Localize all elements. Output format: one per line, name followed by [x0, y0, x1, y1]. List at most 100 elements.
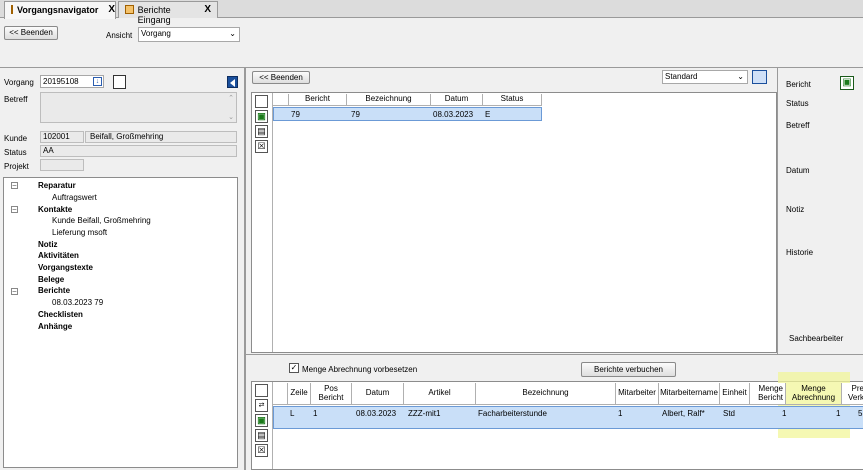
save-icon[interactable]: ▣	[255, 110, 268, 123]
col-zeile[interactable]: Zeile	[288, 383, 311, 405]
col-datum[interactable]: Datum	[352, 383, 404, 405]
tree-kontakt-lieferung[interactable]: Lieferung msoft	[52, 227, 107, 239]
cell-datum: 08.03.2023	[356, 409, 397, 418]
col-menge-bericht[interactable]: Menge Bericht	[750, 383, 786, 405]
vertical-splitter[interactable]	[777, 68, 778, 354]
berichte-grid: ▣ ▤ ☒ Bericht Bezeichnung Datum Status 7…	[251, 92, 777, 353]
status-label: Status	[4, 148, 27, 157]
delete-all-icon[interactable]: ☒	[255, 444, 268, 457]
col-preis-verkauf[interactable]: Pre Verk	[842, 383, 863, 405]
cell-bericht: 79	[291, 110, 300, 119]
horizontal-splitter[interactable]	[246, 354, 863, 355]
save-icon[interactable]: ▣	[255, 414, 268, 427]
trash-icon[interactable]: ▤	[255, 429, 268, 442]
layout-select[interactable]: Standard ⌄	[662, 70, 748, 84]
scroll-down-icon[interactable]: ⌄	[228, 113, 234, 121]
cell-bezeichnung: 79	[351, 110, 360, 119]
col-datum[interactable]: Datum	[431, 94, 483, 106]
collapse-icon[interactable]: –	[11, 206, 18, 213]
ansicht-value: Vorgang	[141, 29, 171, 38]
dropdown-icon[interactable]: ↓	[93, 77, 102, 86]
historie-label: Historie	[786, 248, 814, 257]
cell-menge-bericht: 1	[782, 409, 787, 418]
tree-auftragswert[interactable]: Auftragswert	[52, 192, 97, 204]
arrow-left-icon	[230, 79, 235, 87]
vertical-splitter[interactable]	[244, 68, 246, 470]
projekt-field[interactable]	[40, 159, 84, 171]
row-header	[273, 383, 288, 405]
positionen-grid: ⇄ ▣ ▤ ☒ Zeile Pos Bericht Datum Artikel …	[251, 372, 863, 470]
divider	[0, 67, 863, 68]
notiz-label: Notiz	[786, 205, 805, 214]
tree-belege[interactable]: Belege	[38, 274, 64, 286]
delete-all-icon[interactable]: ☒	[255, 140, 268, 153]
close-icon[interactable]: X	[204, 5, 211, 15]
bericht-label: Bericht	[786, 80, 811, 89]
col-mitarbeitername[interactable]: Mitarbeitername	[659, 383, 720, 405]
layout-select-value: Standard	[665, 72, 698, 81]
new-document-icon[interactable]	[113, 75, 126, 89]
col-pos-bericht[interactable]: Pos Bericht	[311, 383, 352, 405]
save-icon[interactable]: ▣	[840, 76, 854, 90]
new-document-icon[interactable]	[255, 95, 268, 108]
table-row[interactable]: 79 79 08.03.2023 E	[273, 107, 542, 121]
back-button[interactable]: << Beenden	[4, 26, 58, 40]
col-bezeichnung[interactable]: Bezeichnung	[476, 383, 616, 405]
report-icon	[125, 5, 134, 14]
trash-icon[interactable]: ▤	[255, 125, 268, 138]
tab-label: Berichte Eingang	[137, 5, 171, 25]
tree-anhaenge[interactable]: Anhänge	[38, 321, 72, 333]
menge-checkbox[interactable]: ✓	[289, 363, 299, 373]
betreff-label: Betreff	[4, 95, 28, 104]
projekt-label: Projekt	[4, 162, 29, 171]
vorgang-label: Vorgang	[4, 78, 34, 87]
tab-label: Vorgangsnavigator	[17, 5, 99, 15]
kunde-name-field: Beifall, Großmehring	[85, 131, 237, 143]
cell-bezeichnung: Facharbeiterstunde	[478, 409, 547, 418]
collapse-icon[interactable]: –	[11, 288, 18, 295]
tree-bericht-entry[interactable]: 08.03.2023 79	[52, 297, 103, 309]
col-menge-abrechnung[interactable]: Menge Abrechnung	[786, 383, 842, 405]
tree-notiz[interactable]: Notiz	[38, 239, 58, 251]
cell-artikel: ZZZ-mit1	[408, 409, 441, 418]
betreff-label: Betreff	[786, 121, 810, 130]
ansicht-select[interactable]: Vorgang ⌄	[138, 27, 240, 42]
grid-settings-icon[interactable]	[752, 70, 767, 84]
collapse-icon[interactable]: –	[11, 182, 18, 189]
vorgang-field[interactable]: 20195108 ↓	[40, 75, 104, 88]
transfer-icon[interactable]: ⇄	[255, 399, 268, 412]
col-status[interactable]: Status	[483, 94, 542, 106]
new-document-icon[interactable]	[255, 384, 268, 397]
table-row[interactable]: L 1 08.03.2023 ZZZ-mit1 Facharbeiterstun…	[273, 406, 863, 429]
col-bericht[interactable]: Bericht	[289, 94, 347, 106]
sachbearbeiter-label: Sachbearbeiter	[789, 334, 844, 343]
scroll-up-icon[interactable]: ⌃	[228, 94, 234, 102]
betreff-field[interactable]: ⌃ ⌄	[40, 92, 237, 123]
status-label: Status	[786, 99, 809, 108]
cell-mitarbeitername: Albert, Ralf*	[662, 409, 705, 418]
middle-back-button[interactable]: << Beenden	[252, 71, 310, 84]
chevron-down-icon: ⌄	[737, 72, 744, 81]
tree-kontakte[interactable]: Kontakte	[38, 204, 72, 216]
vorgang-tree: – Reparatur Auftragswert – Kontakte Kund…	[3, 177, 238, 468]
tab-berichte-eingang[interactable]: Berichte Eingang X	[118, 1, 218, 25]
ansicht-label: Ansicht	[106, 31, 133, 40]
col-artikel[interactable]: Artikel	[404, 383, 476, 405]
tree-checklisten[interactable]: Checklisten	[38, 309, 83, 321]
tree-kontakt-kunde[interactable]: Kunde Beifall, Großmehring	[52, 215, 151, 227]
verbuchen-button[interactable]: Berichte verbuchen	[581, 362, 676, 377]
tree-vorgangstexte[interactable]: Vorgangstexte	[38, 262, 93, 274]
cell-zeile: L	[290, 409, 295, 418]
tree-berichte[interactable]: Berichte	[38, 285, 70, 297]
collapse-panel-icon[interactable]	[227, 76, 238, 88]
col-einheit[interactable]: Einheit	[720, 383, 750, 405]
vorgang-value: 20195108	[43, 77, 79, 86]
tab-vorgangsnavigator[interactable]: Vorgangsnavigator X	[4, 1, 116, 19]
close-icon[interactable]: X	[108, 5, 115, 15]
divider	[272, 93, 273, 352]
col-mitarbeiter[interactable]: Mitarbeiter	[616, 383, 659, 405]
col-bezeichnung[interactable]: Bezeichnung	[347, 94, 431, 106]
tree-reparatur[interactable]: Reparatur	[38, 180, 76, 192]
cell-datum: 08.03.2023	[433, 110, 474, 119]
tree-aktivitaeten[interactable]: Aktivitäten	[38, 250, 79, 262]
